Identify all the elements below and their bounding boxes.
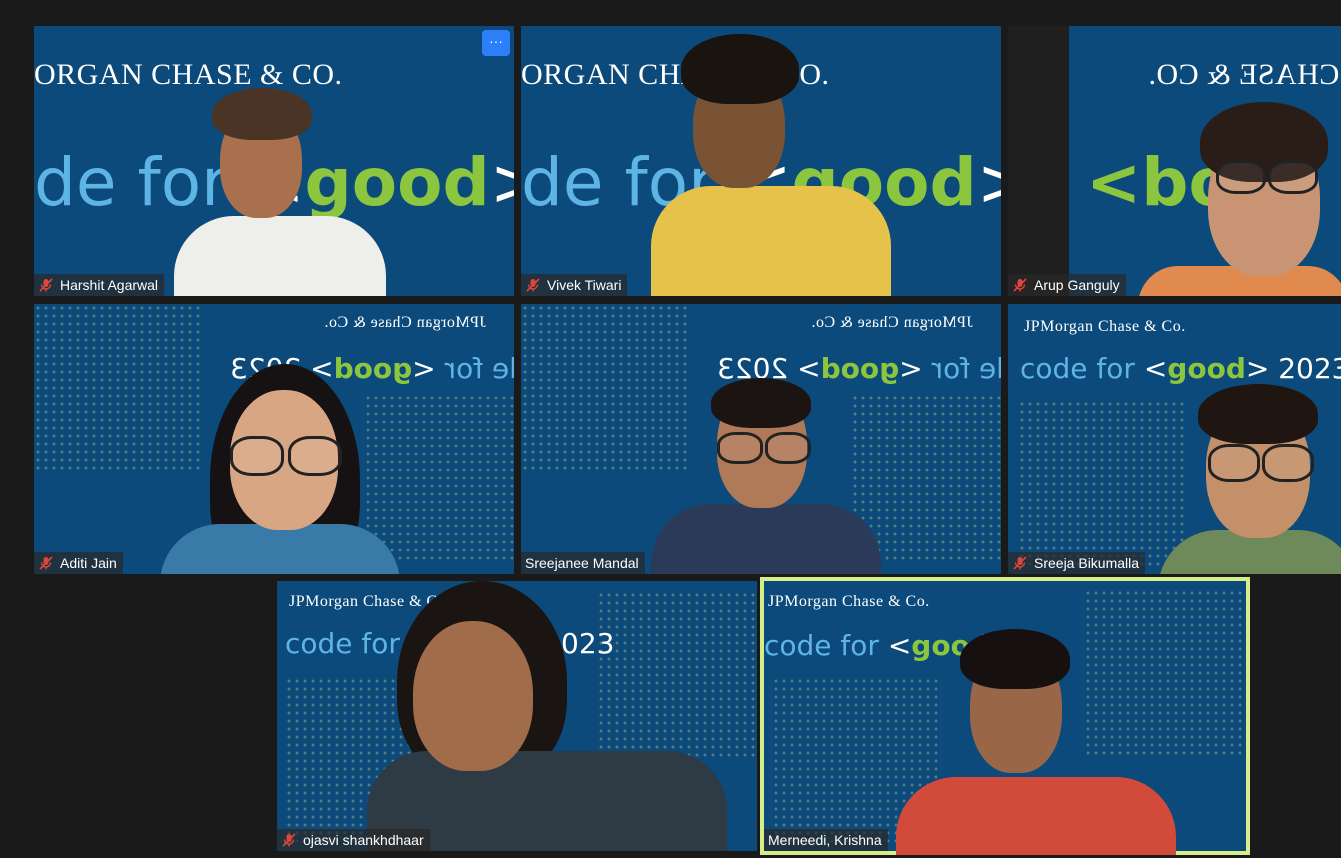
background-logo: ORGAN CHASE & CO. <box>34 58 343 91</box>
more-options-button[interactable]: ··· <box>482 30 510 56</box>
video-tile-sreejanee-mandal[interactable]: JPMorgan Chase & Co. code for <good> 202… <box>521 304 1001 574</box>
background-logo: JPMorgan Chase & Co. <box>324 314 486 331</box>
background-pattern <box>597 591 757 761</box>
participant-name: Merneedi, Krishna <box>768 832 882 848</box>
mic-off-icon <box>1012 555 1028 571</box>
more-options-icon: ··· <box>489 33 503 49</box>
participant-nameplate: ojasvi shankhdhaar <box>277 829 430 851</box>
participant-name: Harshit Agarwal <box>60 277 159 293</box>
background-logo: CHASE & CO. <box>1148 58 1340 91</box>
background-logo: JPMorgan Chase & Co. <box>811 314 973 331</box>
video-tile-harshit-agarwal[interactable]: ORGAN CHASE & CO. de for <good> 20 ··· H… <box>34 26 514 296</box>
video-tile-merneedi-krishna[interactable]: JPMorgan Chase & Co. code for <good> Mer… <box>760 577 1250 855</box>
video-tile-arup-ganguly[interactable]: CHASE & CO. <boo Arup Ganguly <box>1008 26 1341 296</box>
participant-name: ojasvi shankhdhaar <box>303 832 424 848</box>
participant-nameplate: Sreejanee Mandal <box>521 552 645 574</box>
participant-name: Arup Ganguly <box>1034 277 1120 293</box>
background-pattern <box>364 394 514 564</box>
participant-nameplate: Sreeja Bikumalla <box>1008 552 1146 574</box>
background-pattern <box>1018 400 1188 570</box>
video-tile-aditi-jain[interactable]: JPMorgan Chase & Co. code for <good> 202… <box>34 304 514 574</box>
video-tile-ojasvi-shankhdhaar[interactable]: JPMorgan Chase & Co. code for <good> 202… <box>277 581 757 851</box>
participant-nameplate: Arup Ganguly <box>1008 274 1126 296</box>
participant-nameplate: Aditi Jain <box>34 552 123 574</box>
background-logo: JPMorgan Chase & Co. <box>1024 318 1186 335</box>
participant-nameplate: Harshit Agarwal <box>34 274 165 296</box>
background-pattern <box>1084 589 1244 759</box>
background-pattern <box>521 304 691 474</box>
mic-off-icon <box>38 555 54 571</box>
mic-off-icon <box>281 832 297 848</box>
video-tile-vivek-tiwari[interactable]: ORGAN CHASE & CO. de for <good> 20 Vivek… <box>521 26 1001 296</box>
mic-off-icon <box>525 277 541 293</box>
background-tagline: code for <good> 2023 <box>1020 352 1341 385</box>
participant-name: Aditi Jain <box>60 555 117 571</box>
participant-nameplate: Vivek Tiwari <box>521 274 628 296</box>
background-logo: JPMorgan Chase & Co. <box>768 593 930 610</box>
background-pattern <box>34 304 204 474</box>
gallery-view: ORGAN CHASE & CO. de for <good> 20 ··· H… <box>0 0 1341 858</box>
mic-off-icon <box>1012 277 1028 293</box>
participant-name: Vivek Tiwari <box>547 277 622 293</box>
video-tile-sreeja-bikumalla[interactable]: JPMorgan Chase & Co. code for <good> 202… <box>1008 304 1341 574</box>
participant-name: Sreeja Bikumalla <box>1034 555 1140 571</box>
mic-off-icon <box>38 277 54 293</box>
participant-nameplate: Merneedi, Krishna <box>764 829 888 851</box>
participant-name: Sreejanee Mandal <box>525 555 639 571</box>
